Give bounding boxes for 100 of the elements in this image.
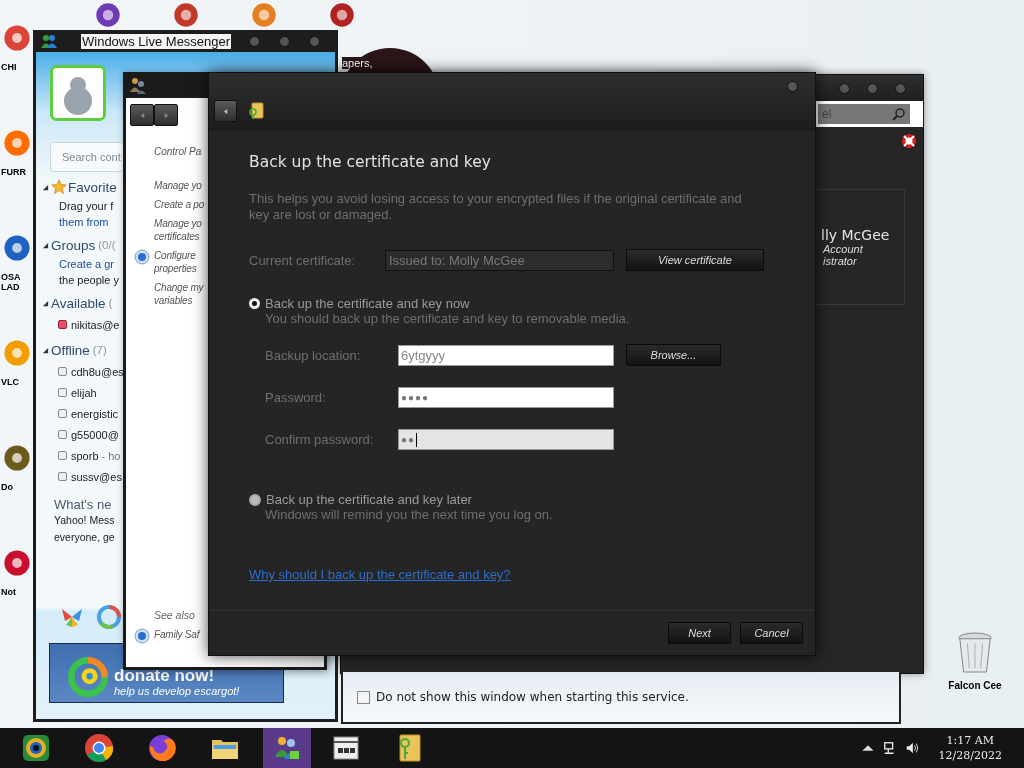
contact-name[interactable]: nikitas@e bbox=[71, 318, 120, 331]
view-certificate-button[interactable]: View certificate bbox=[626, 249, 764, 271]
desktop-icon-label[interactable]: Not bbox=[1, 587, 16, 597]
desktop-icon-label[interactable]: Falcon Cee bbox=[948, 680, 1002, 691]
field-label: Password: bbox=[265, 390, 326, 405]
task-link[interactable]: Family Saf bbox=[154, 628, 200, 641]
task-link[interactable]: Manage yo bbox=[154, 179, 202, 192]
ring-icon bbox=[21, 733, 51, 763]
section-heading: What's ne bbox=[54, 497, 112, 512]
back-button[interactable] bbox=[130, 104, 154, 126]
window-button[interactable] bbox=[309, 35, 320, 47]
fox-globe-icon bbox=[147, 733, 177, 763]
certificate-icon bbox=[248, 102, 264, 120]
app-icon[interactable] bbox=[173, 2, 199, 28]
cancel-button[interactable]: Cancel bbox=[740, 622, 803, 644]
search-field[interactable]: Search cont bbox=[50, 142, 124, 172]
user-name: lly McGee bbox=[821, 227, 890, 243]
contact-name[interactable]: energistic bbox=[71, 407, 119, 420]
window-button[interactable] bbox=[867, 82, 878, 94]
forward-button[interactable] bbox=[154, 104, 178, 126]
speaker-icon[interactable] bbox=[904, 741, 919, 755]
checkbox-label[interactable]: Do not show this window when starting this service. bbox=[376, 690, 689, 704]
app-icon[interactable] bbox=[3, 549, 31, 577]
people-icon[interactable] bbox=[39, 33, 59, 49]
contact-name[interactable]: sporb bbox=[71, 449, 99, 462]
collapse-arrow-icon[interactable] bbox=[42, 241, 49, 249]
task-link[interactable]: Manage yo certificates bbox=[154, 217, 202, 243]
desktop-icon-label[interactable]: VLC bbox=[1, 377, 19, 387]
collapse-arrow-icon[interactable] bbox=[42, 299, 49, 307]
contact-name[interactable]: g55000@ bbox=[71, 428, 119, 441]
group-count: (0/( bbox=[98, 239, 116, 251]
section-heading: See also bbox=[154, 609, 196, 621]
group-count: ( bbox=[108, 297, 113, 309]
contact-message: - ho bbox=[101, 449, 121, 462]
password-field[interactable]: ●● bbox=[398, 429, 614, 450]
people-icon[interactable] bbox=[129, 76, 147, 94]
account-type: Account bbox=[821, 243, 863, 255]
task-link[interactable]: Configure properties bbox=[154, 249, 197, 275]
radio-button[interactable] bbox=[249, 493, 261, 506]
window-button[interactable] bbox=[787, 81, 798, 92]
field-label: Current certificate: bbox=[249, 252, 357, 268]
group-heading[interactable]: Groups bbox=[51, 237, 96, 253]
desktop-icon-label[interactable]: FURR bbox=[1, 167, 26, 177]
contact-name[interactable]: sussv@es bbox=[71, 470, 122, 483]
app-icon[interactable] bbox=[329, 2, 355, 28]
input-field[interactable]: 6ytgyyy bbox=[398, 344, 614, 366]
contact-name[interactable]: elijah bbox=[71, 386, 97, 399]
time-text: 1:17 AM bbox=[946, 733, 994, 748]
contact-name[interactable]: cdh8u@es bbox=[71, 365, 124, 378]
swirl-logo-icon bbox=[68, 657, 108, 697]
dialog-heading: Back up the certificate and key bbox=[249, 153, 492, 171]
group-heading[interactable]: Offline bbox=[51, 342, 90, 358]
task-link[interactable]: Change my variables bbox=[154, 281, 204, 307]
window-button[interactable] bbox=[895, 82, 906, 94]
group-heading[interactable]: Favorite bbox=[68, 179, 117, 195]
option-hint: Windows will remind you the next time you log on. bbox=[265, 507, 553, 522]
desktop-icon-label[interactable]: CHI bbox=[1, 62, 17, 72]
app-icon[interactable] bbox=[95, 2, 121, 28]
hint-text: the people y bbox=[59, 273, 119, 288]
date-text: 12/28/2022 bbox=[938, 748, 1002, 763]
network-icon[interactable] bbox=[882, 741, 897, 755]
option-label[interactable]: Back up the certificate and key later bbox=[266, 492, 472, 507]
collapse-arrow-icon[interactable] bbox=[42, 183, 49, 191]
star-icon bbox=[51, 179, 67, 195]
link[interactable]: them from bbox=[59, 214, 109, 230]
hint-text: Drag your f bbox=[59, 199, 114, 214]
option-hint: You should back up the certificate and key to removable media. bbox=[265, 311, 630, 326]
wallpaper-text: apers, bbox=[342, 57, 373, 69]
news-text: Yahoo! Mess bbox=[54, 513, 115, 528]
password-field[interactable]: ●●●● bbox=[398, 387, 614, 408]
clock[interactable]: 1:17 AM 12/28/2022 bbox=[938, 733, 1002, 763]
window-button[interactable] bbox=[249, 35, 260, 47]
lifebuoy-icon[interactable] bbox=[901, 133, 917, 149]
group-count: (7) bbox=[92, 344, 107, 356]
banner-headline: donate now! bbox=[114, 666, 216, 685]
collapse-arrow-icon[interactable] bbox=[42, 346, 49, 354]
breadcrumb-link[interactable]: Control Pa bbox=[154, 146, 202, 157]
news-text: everyone, ge bbox=[54, 530, 115, 545]
link[interactable]: Create a gr bbox=[59, 256, 115, 272]
task-link[interactable]: Create a po bbox=[154, 198, 205, 211]
next-button[interactable]: Next bbox=[668, 622, 731, 644]
swirl-icon[interactable] bbox=[97, 605, 121, 629]
window-title: Windows Live Messenger bbox=[81, 33, 232, 49]
option-label[interactable]: Back up the certificate and key now bbox=[265, 296, 470, 311]
window-button[interactable] bbox=[279, 35, 290, 47]
search-icon[interactable] bbox=[892, 107, 906, 121]
description-text: This helps you avoid losing access to your encrypted files if the original certificate and key are lost or damaged. bbox=[249, 191, 743, 223]
browse-button[interactable]: Browse... bbox=[626, 344, 721, 366]
account-type: istrator bbox=[822, 255, 857, 267]
window-button[interactable] bbox=[839, 82, 850, 94]
app-icon[interactable] bbox=[3, 444, 31, 472]
checkbox[interactable] bbox=[357, 690, 370, 704]
app-icon[interactable] bbox=[3, 234, 31, 262]
app-icon[interactable] bbox=[3, 24, 31, 52]
shop-icon bbox=[331, 733, 361, 763]
back-button[interactable] bbox=[214, 100, 237, 122]
forward-arrow-icon bbox=[162, 111, 170, 119]
group-heading[interactable]: Available bbox=[51, 295, 106, 311]
browser-icon bbox=[84, 733, 114, 763]
desktop-icon-label[interactable]: Do bbox=[1, 482, 13, 492]
